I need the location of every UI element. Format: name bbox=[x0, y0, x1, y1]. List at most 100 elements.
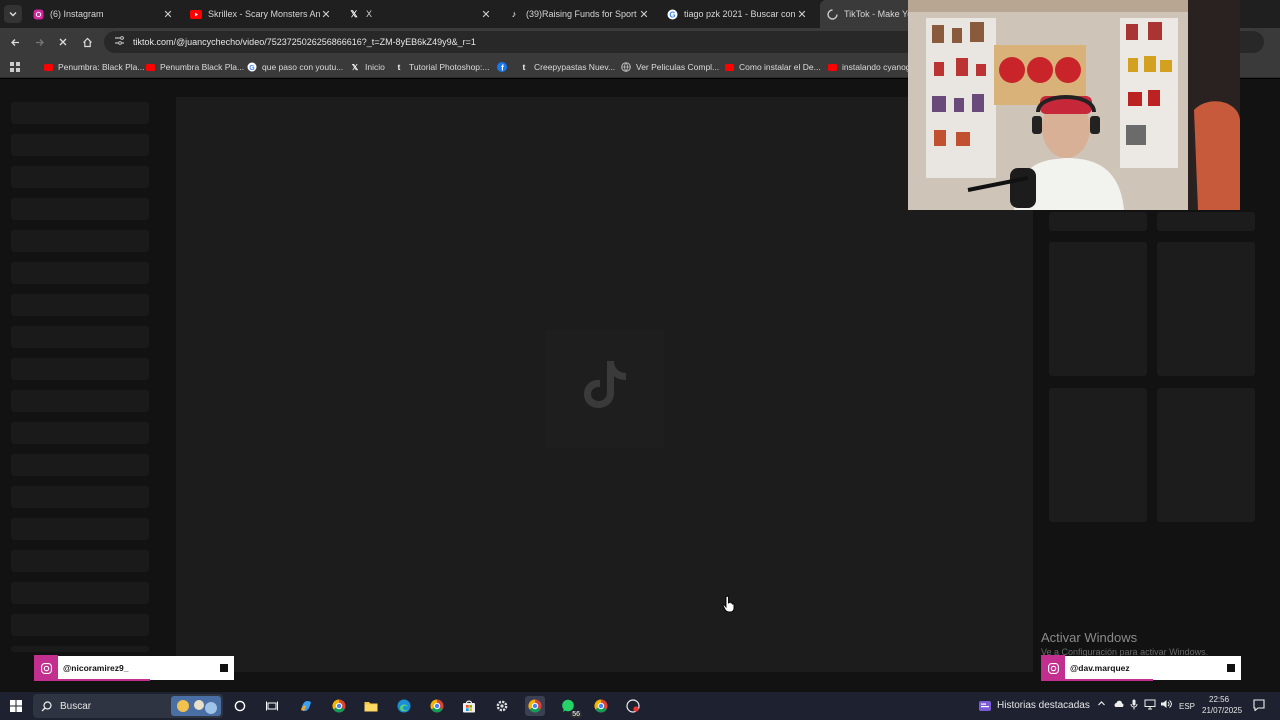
taskbar-search[interactable]: Buscar bbox=[33, 694, 223, 718]
news-widget-icon[interactable] bbox=[975, 696, 995, 716]
language-indicator[interactable]: ESP bbox=[1179, 702, 1195, 711]
whatsapp-button[interactable]: 56 bbox=[558, 696, 582, 718]
windows-taskbar: Buscar 56 Historias destacadas ESP 22:56… bbox=[0, 692, 1280, 720]
obs-button[interactable] bbox=[623, 696, 643, 716]
url-text[interactable]: tiktok.com/@juancychecho/video/752372502… bbox=[133, 37, 476, 47]
close-icon[interactable]: ✕ bbox=[480, 8, 492, 21]
bookmark-item[interactable]: Como instalar el De... bbox=[724, 60, 821, 74]
cloud-icon[interactable] bbox=[1113, 699, 1124, 710]
chrome-alt-button[interactable] bbox=[591, 696, 611, 716]
bookmark-item[interactable]: instalando cyanoge bbox=[827, 60, 915, 74]
whatsapp-badge: 56 bbox=[570, 711, 582, 718]
globe-icon bbox=[621, 62, 631, 72]
microphone-icon[interactable] bbox=[1130, 699, 1138, 712]
close-icon[interactable]: ✕ bbox=[162, 8, 174, 21]
handle-underline bbox=[58, 679, 150, 681]
chevron-up-icon[interactable] bbox=[1097, 699, 1106, 710]
notification-icon[interactable] bbox=[1253, 699, 1265, 713]
tab-youtube[interactable]: Skrillex - Scary Monsters And N ✕ bbox=[186, 0, 336, 28]
edge-button[interactable] bbox=[394, 696, 414, 716]
store-button[interactable] bbox=[459, 696, 479, 716]
apps-button[interactable] bbox=[10, 60, 21, 74]
tab-title: tiago pzk 2021 - Buscar con Go bbox=[684, 9, 796, 19]
close-icon bbox=[59, 38, 67, 46]
bookmark-label: Tutorial Photoshop:... bbox=[409, 62, 490, 72]
task-view-button[interactable] bbox=[262, 696, 282, 716]
close-icon[interactable]: ✕ bbox=[796, 8, 808, 21]
video-thumbnail[interactable] bbox=[1157, 242, 1255, 376]
file-explorer-button[interactable] bbox=[361, 696, 381, 716]
skeleton-item bbox=[11, 646, 149, 652]
settings-button[interactable] bbox=[492, 696, 512, 716]
news-icon bbox=[979, 701, 991, 711]
network-icon[interactable] bbox=[1144, 699, 1156, 712]
forward-button[interactable] bbox=[30, 33, 48, 51]
home-button[interactable] bbox=[78, 33, 96, 51]
site-info-icon[interactable] bbox=[114, 35, 126, 49]
search-placeholder: Buscar bbox=[60, 700, 92, 712]
bookmark-label: que paso con youtu... bbox=[262, 62, 344, 72]
bookmark-label: Como instalar el De... bbox=[739, 62, 821, 72]
cortana-button[interactable] bbox=[230, 696, 250, 716]
task-view-icon bbox=[266, 701, 278, 711]
handle-label-box: @dav.marquez bbox=[1065, 656, 1241, 680]
webcam-image bbox=[908, 0, 1240, 210]
tab-google[interactable]: G tiago pzk 2021 - Buscar con Go ✕ bbox=[662, 0, 812, 28]
stop-loading-button[interactable] bbox=[54, 33, 72, 51]
video-thumbnail[interactable] bbox=[1049, 388, 1147, 522]
video-thumbnail[interactable] bbox=[1049, 212, 1147, 231]
bookmark-item[interactable]: t Tutorial Photoshop:... bbox=[394, 60, 490, 74]
svg-text:f: f bbox=[501, 64, 504, 73]
arrow-right-icon bbox=[35, 38, 44, 46]
windows-logo-icon bbox=[10, 700, 22, 712]
tab-title: X bbox=[366, 9, 373, 19]
youtube-icon bbox=[190, 8, 202, 20]
instagram-handle-right: @dav.marquez bbox=[1041, 655, 1241, 681]
x-icon: 𝕏 bbox=[351, 62, 359, 72]
bookmark-item[interactable]: 𝕏 Inicio bbox=[350, 60, 385, 74]
chrome-profile-button[interactable] bbox=[329, 696, 349, 716]
video-thumbnail[interactable] bbox=[1049, 242, 1147, 376]
hand-cursor-icon bbox=[722, 595, 735, 613]
bookmark-item[interactable]: f bbox=[497, 60, 512, 74]
youtube-icon bbox=[724, 62, 734, 72]
google-icon: G bbox=[247, 62, 257, 72]
clock-date[interactable]: 21/07/2025 bbox=[1202, 706, 1242, 715]
bookmark-label: instalando cyanoge bbox=[842, 62, 916, 72]
instagram-icon bbox=[34, 655, 58, 681]
copilot-button[interactable] bbox=[296, 696, 316, 716]
handle-text: @nicoramirez9_ bbox=[63, 663, 129, 673]
start-button[interactable] bbox=[6, 696, 26, 716]
loading-icon bbox=[826, 8, 838, 20]
webcam-overlay bbox=[908, 0, 1240, 210]
bookmark-item[interactable]: Ver Peliculas Compl... bbox=[621, 60, 719, 74]
copilot-icon bbox=[301, 701, 311, 711]
tab-tiktok-funds[interactable]: ♪ (39)Raising Funds for Sport in N ✕ bbox=[504, 0, 654, 28]
tab-x[interactable]: 𝕏 X ✕ bbox=[344, 0, 496, 28]
skeleton-item bbox=[11, 422, 149, 444]
skeleton-item bbox=[11, 454, 149, 476]
bookmark-item[interactable]: Penumbra Black Pla... bbox=[145, 60, 244, 74]
x-icon: 𝕏 bbox=[350, 8, 358, 19]
tab-tiktok-active[interactable]: TikTok - Make Your bbox=[820, 0, 920, 28]
store-icon bbox=[463, 700, 475, 712]
video-thumbnail[interactable] bbox=[1157, 212, 1255, 231]
close-icon[interactable]: ✕ bbox=[320, 8, 332, 21]
close-icon[interactable]: ✕ bbox=[638, 8, 650, 21]
bookmark-item[interactable]: Gque paso con youtu... bbox=[247, 60, 343, 74]
tab-search-button[interactable] bbox=[4, 5, 22, 23]
video-thumbnail[interactable] bbox=[1157, 388, 1255, 522]
skeleton-item bbox=[11, 198, 149, 220]
stop-square-icon bbox=[1227, 664, 1235, 672]
volume-icon[interactable] bbox=[1160, 699, 1172, 711]
chrome-button[interactable] bbox=[427, 696, 447, 716]
instagram-handle-left: @nicoramirez9_ bbox=[34, 655, 234, 681]
chrome-icon bbox=[528, 699, 542, 713]
news-widget-label[interactable]: Historias destacadas bbox=[997, 700, 1090, 711]
bookmark-item[interactable]: t Creepypastas Nuev... bbox=[519, 60, 615, 74]
clock-time[interactable]: 22:56 bbox=[1209, 695, 1229, 704]
back-button[interactable] bbox=[6, 33, 24, 51]
chrome-active-button[interactable] bbox=[525, 696, 545, 716]
tab-instagram[interactable]: (6) Instagram ✕ bbox=[28, 0, 178, 28]
bookmark-item[interactable]: Penumbra: Black Pla... bbox=[43, 60, 144, 74]
